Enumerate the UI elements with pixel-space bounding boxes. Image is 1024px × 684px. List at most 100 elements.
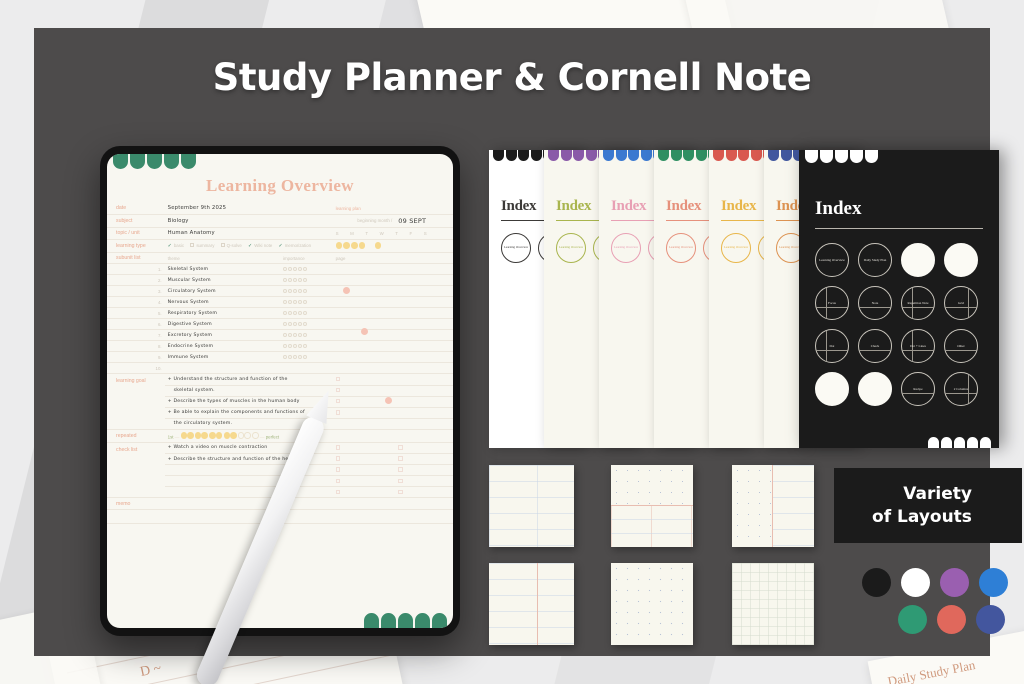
card-icon[interactable]: Learning Overview (556, 232, 586, 263)
subunit-name[interactable]: Excretory System (164, 329, 280, 342)
card-icon-blank[interactable] (901, 243, 935, 277)
card-icon-daily-study-plan[interactable]: Daily Study Plan (858, 243, 892, 277)
card-icon-2-columns[interactable]: 2 Columns (944, 372, 978, 406)
importance-dots[interactable] (279, 340, 333, 353)
row-number: 5. (107, 307, 165, 320)
card-icon-recipe[interactable]: Recipe (901, 372, 935, 406)
card-icon[interactable]: Learning Overview (501, 232, 531, 263)
card-icon-grid[interactable]: Grid (944, 286, 978, 320)
importance-dots[interactable] (279, 274, 333, 287)
tablet-screen[interactable]: Learning Overview date September 9th 202… (107, 154, 453, 628)
importance-dots[interactable] (279, 307, 333, 320)
importance-dots[interactable] (279, 285, 333, 298)
repeat-dot-filled[interactable] (215, 432, 223, 439)
beginning-month-value[interactable]: 09 SEPT (395, 214, 453, 229)
card-icon[interactable]: Learning Overview (721, 232, 751, 263)
index-card-dark[interactable]: Index Learning Overview Daily Study Plan… (799, 150, 999, 448)
repeat-dot-filled[interactable] (209, 432, 216, 439)
card-icon-blank[interactable] (944, 243, 978, 277)
card-icon[interactable]: Learning Overview (666, 232, 696, 263)
paper-thumb-cornell-lined[interactable] (489, 465, 574, 547)
subunit-name[interactable] (164, 362, 280, 375)
plan-day-dot[interactable] (358, 242, 366, 249)
option-memorization[interactable]: ✓ memorization (279, 243, 312, 249)
paper-thumb-dot-cornell[interactable] (611, 465, 693, 547)
repeat-dot-empty[interactable] (252, 432, 259, 439)
subunit-name[interactable]: Endocrine System (164, 340, 280, 353)
checklist-checkbox[interactable] (335, 467, 341, 472)
memo-field[interactable] (164, 497, 453, 510)
swatch-navy[interactable] (976, 605, 1005, 634)
repeat-dot-filled[interactable] (201, 432, 208, 439)
checklist-checkbox[interactable] (335, 478, 341, 484)
paper-thumb-square-grid[interactable] (732, 563, 814, 645)
swatch-coral[interactable] (937, 605, 966, 634)
card-icon-blank[interactable] (815, 372, 849, 406)
goal-checkbox[interactable] (335, 376, 341, 382)
checklist-checkbox[interactable] (398, 467, 403, 472)
swatch-white[interactable] (901, 568, 930, 597)
paper-thumb-dot-lined-split[interactable] (732, 465, 814, 547)
top-tab-scallops (113, 154, 196, 169)
learning-goal-line[interactable]: + Be able to explain the components and … (164, 407, 333, 419)
swatch-blue[interactable] (979, 568, 1008, 597)
paper-thumb-dot-grid[interactable] (611, 563, 693, 645)
subunit-name[interactable]: Digestive System (164, 318, 280, 331)
subunit-name[interactable]: Muscular System (164, 274, 280, 287)
card-icon-focus[interactable]: Focus (815, 286, 849, 320)
subject-value[interactable]: Biology (164, 214, 333, 229)
option-qsolve[interactable]: Q-solve (220, 243, 242, 248)
card-icon[interactable]: Learning Overview (611, 232, 641, 263)
repeat-dot-empty[interactable] (244, 432, 251, 439)
subunit-name[interactable]: Nervous System (164, 296, 280, 309)
goal-checkbox[interactable] (335, 398, 341, 404)
plan-day-dot[interactable] (351, 242, 358, 249)
goal-checkbox[interactable] (335, 387, 341, 393)
card-icon-note[interactable]: Note (858, 286, 892, 320)
option-basic[interactable]: ✓ basic (168, 243, 184, 249)
checklist-checkbox[interactable] (398, 445, 403, 450)
card-icon-repetition-note[interactable]: Repetition Note (901, 286, 935, 320)
importance-dots[interactable] (279, 263, 333, 276)
checklist-checkbox[interactable] (335, 489, 341, 495)
learning-goal-line[interactable]: skeletal system. (164, 385, 333, 397)
repeat-dot-filled[interactable] (187, 432, 194, 439)
checklist-checkbox[interactable] (398, 478, 403, 484)
checklist-checkbox[interactable] (398, 489, 403, 495)
subunit-name[interactable]: Immune System (164, 351, 280, 364)
swatch-green[interactable] (898, 605, 927, 634)
importance-dots[interactable] (279, 329, 333, 342)
topic-value[interactable]: Human Anatomy (164, 227, 333, 240)
importance-dots[interactable] (279, 296, 333, 309)
paper-thumb-lined-margin[interactable] (489, 563, 574, 645)
card-icon-other[interactable]: Other (944, 329, 978, 363)
swatch-purple[interactable] (940, 568, 969, 597)
checklist-checkbox[interactable] (398, 456, 403, 461)
card-icon-learning-overview[interactable]: Learning Overview (815, 243, 849, 277)
plan-day-dot[interactable] (374, 242, 382, 249)
option-wiki-note[interactable]: ✓ Wiki note (248, 243, 272, 249)
card-icon-blank[interactable] (858, 372, 892, 406)
importance-dots[interactable] (279, 351, 333, 364)
plan-day-dot[interactable] (343, 242, 350, 249)
repeat-dot-filled[interactable] (230, 432, 237, 439)
card-icon-dot-lines[interactable]: Dot + Lines (901, 329, 935, 363)
card-icon-dot[interactable]: Dot (815, 329, 849, 363)
importance-dots[interactable] (279, 318, 333, 331)
date-value[interactable]: September 9th 2025 (164, 203, 333, 215)
learning-goal-line[interactable]: + Describe the types of muscles in the h… (164, 396, 333, 408)
subunit-name[interactable]: Respiratory System (164, 307, 280, 320)
checklist-checkbox[interactable] (335, 445, 341, 450)
learning-goal-line[interactable]: + Understand the structure and function … (164, 373, 333, 386)
swatch-black[interactable] (862, 568, 891, 597)
plan-day-dot[interactable] (335, 242, 343, 249)
subunit-name[interactable]: Skeletal System (164, 263, 280, 276)
goal-checkbox[interactable] (335, 410, 341, 415)
card-icon-check[interactable]: Check (858, 329, 892, 363)
subunit-name[interactable]: Circulatory System (164, 285, 280, 298)
learning-type-options[interactable]: ✓ basic summary Q-solve ✓ Wiki note ✓ memor… (164, 239, 333, 253)
highlight-dot (342, 287, 350, 295)
option-summary[interactable]: summary (190, 243, 214, 248)
plan-week-dots[interactable] (332, 239, 453, 253)
checklist-checkbox[interactable] (335, 456, 341, 461)
